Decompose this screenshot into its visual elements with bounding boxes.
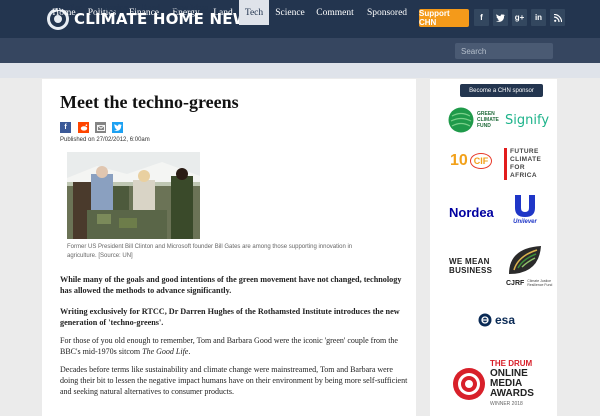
cjrf-fullname: Climate Justice Resilience Fund xyxy=(527,279,553,287)
wmb-line: WE MEAN xyxy=(449,257,490,266)
become-sponsor-button[interactable]: Become a CHN sponsor xyxy=(460,84,543,97)
drum-wordmark: THE DRUM ONLINE MEDIA AWARDS WINNER 2018 xyxy=(490,359,534,409)
article-title: Meet the techno-greens xyxy=(60,92,239,112)
twitter-icon[interactable] xyxy=(493,9,508,26)
paragraph-end: . xyxy=(188,347,191,356)
subnav-aviation[interactable]: Aviation xyxy=(54,0,83,15)
reddit-share-icon[interactable] xyxy=(78,122,89,133)
cjrf-logo[interactable]: CJRF Climate Justice Resilience Fund xyxy=(506,243,557,287)
fcfa-line: AFRICA xyxy=(510,172,537,179)
fcfa-line: FUTURE xyxy=(510,148,539,155)
google-plus-icon[interactable]: g+ xyxy=(512,9,527,26)
article-photo xyxy=(67,152,200,239)
photo-caption: Former US President Bill Clinton and Mic… xyxy=(67,244,353,259)
paragraph-text: For those of you old enough to remember,… xyxy=(60,336,398,356)
linkedin-icon[interactable]: in xyxy=(531,9,546,26)
drum-line: WINNER 2018 xyxy=(490,401,523,407)
published-date: Published on 27/02/2012, 6:00am xyxy=(60,137,150,143)
article-paragraph-2: Decades before terms like sustainability… xyxy=(60,365,408,396)
cjrf-leaf-icon xyxy=(509,246,541,274)
esa-logo[interactable]: esa xyxy=(478,313,515,327)
twitter-share-icon[interactable] xyxy=(112,122,123,133)
green-climate-fund-logo[interactable]: GREEN CLIMATE FUND xyxy=(448,107,499,133)
gcf-line: FUND xyxy=(477,123,491,129)
wmb-line: BUSINESS xyxy=(449,266,493,275)
esa-wordmark: esa xyxy=(495,313,516,327)
gcf-wordmark: GREEN CLIMATE FUND xyxy=(477,111,499,129)
we-mean-business-logo[interactable]: WE MEAN BUSINESS xyxy=(449,257,492,275)
nordea-wordmark: Nordea xyxy=(449,205,494,220)
unilever-logo[interactable]: Unilever xyxy=(512,193,538,225)
fcfa-wordmark: FUTURE CLIMATE FOR AFRICA xyxy=(510,148,541,180)
future-climate-africa-logo[interactable]: FUTURE CLIMATE FOR AFRICA xyxy=(504,148,541,180)
signify-logo[interactable]: Signify xyxy=(505,113,549,128)
esa-emblem-icon xyxy=(478,313,492,327)
support-chn-button[interactable]: Support CHN xyxy=(419,9,469,27)
facebook-icon[interactable]: f xyxy=(474,9,489,26)
cif-logo[interactable]: 10 CIF xyxy=(450,152,493,170)
sub-nav xyxy=(0,63,600,78)
drum-line: AWARDS xyxy=(490,388,534,399)
article-lede: While many of the goals and good intenti… xyxy=(60,275,402,295)
fcfa-line: FOR xyxy=(510,164,525,171)
unilever-wordmark: Unilever xyxy=(513,219,537,225)
unilever-u-icon xyxy=(515,195,535,217)
subnav-new-ideas[interactable]: New Ideas xyxy=(173,0,208,15)
cif-anniversary-badge: 10 xyxy=(450,152,468,169)
fcfa-bar xyxy=(504,148,507,180)
fcfa-line: CLIMATE xyxy=(510,156,542,163)
cif-wordmark: CIF xyxy=(469,153,493,169)
globe-icon xyxy=(448,107,474,133)
search-input[interactable]: Search xyxy=(455,43,553,59)
signify-wordmark: Signify xyxy=(505,113,550,128)
email-share-icon[interactable] xyxy=(95,122,106,133)
rss-icon[interactable] xyxy=(550,9,565,26)
nav-science[interactable]: Science xyxy=(271,0,309,25)
facebook-share-icon[interactable]: f xyxy=(60,122,71,133)
article-paragraph: For those of you old enough to remember,… xyxy=(60,335,410,357)
drum-award-logo[interactable]: THE DRUM ONLINE MEDIA AWARDS WINNER 2018 xyxy=(452,359,534,409)
award-rosette-icon xyxy=(453,368,485,400)
nav-sponsored[interactable]: Sponsored xyxy=(361,0,413,25)
show-title: The Good Life xyxy=(142,347,189,356)
nordea-logo[interactable]: Nordea xyxy=(449,205,494,220)
subnav-shipping[interactable]: Shipping xyxy=(97,0,128,15)
nav-land[interactable]: Land xyxy=(208,0,238,25)
article-intro: Writing exclusively for RTCC, Dr Darren … xyxy=(60,307,400,327)
subnav-road[interactable]: Road xyxy=(142,0,160,15)
cjrf-wordmark: CJRF xyxy=(506,279,525,287)
nav-comment[interactable]: Comment xyxy=(313,0,357,25)
nav-tech[interactable]: Tech xyxy=(239,0,269,25)
